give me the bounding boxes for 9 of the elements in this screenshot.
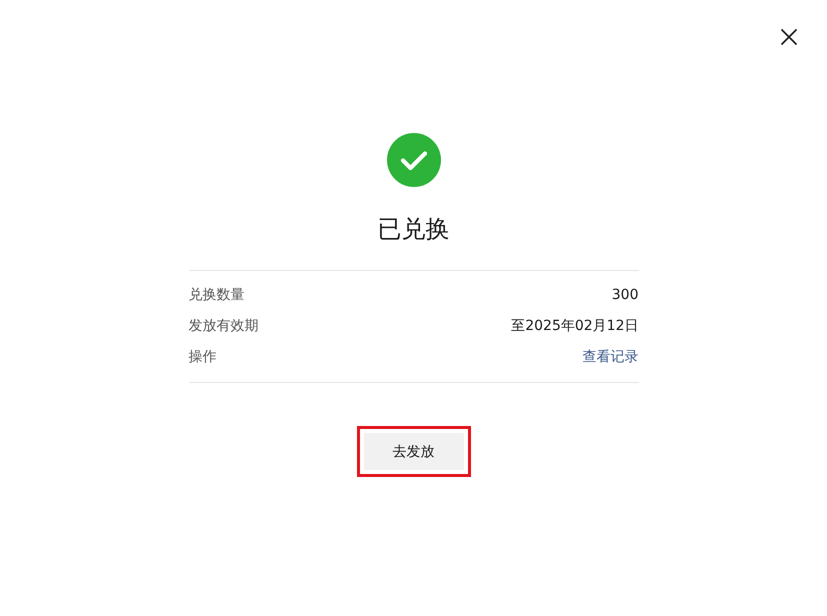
detail-label: 操作 (188, 348, 216, 367)
detail-value: 300 (612, 286, 638, 305)
view-records-link[interactable]: 查看记录 (582, 347, 638, 368)
distribute-button[interactable]: 去发放 (364, 433, 464, 470)
detail-label: 发放有效期 (188, 317, 258, 336)
dialog-title: 已兑换 (378, 214, 450, 245)
detail-value: 至2025年02月12日 (511, 317, 638, 336)
detail-label: 兑换数量 (188, 286, 244, 305)
close-icon[interactable] (778, 26, 800, 48)
